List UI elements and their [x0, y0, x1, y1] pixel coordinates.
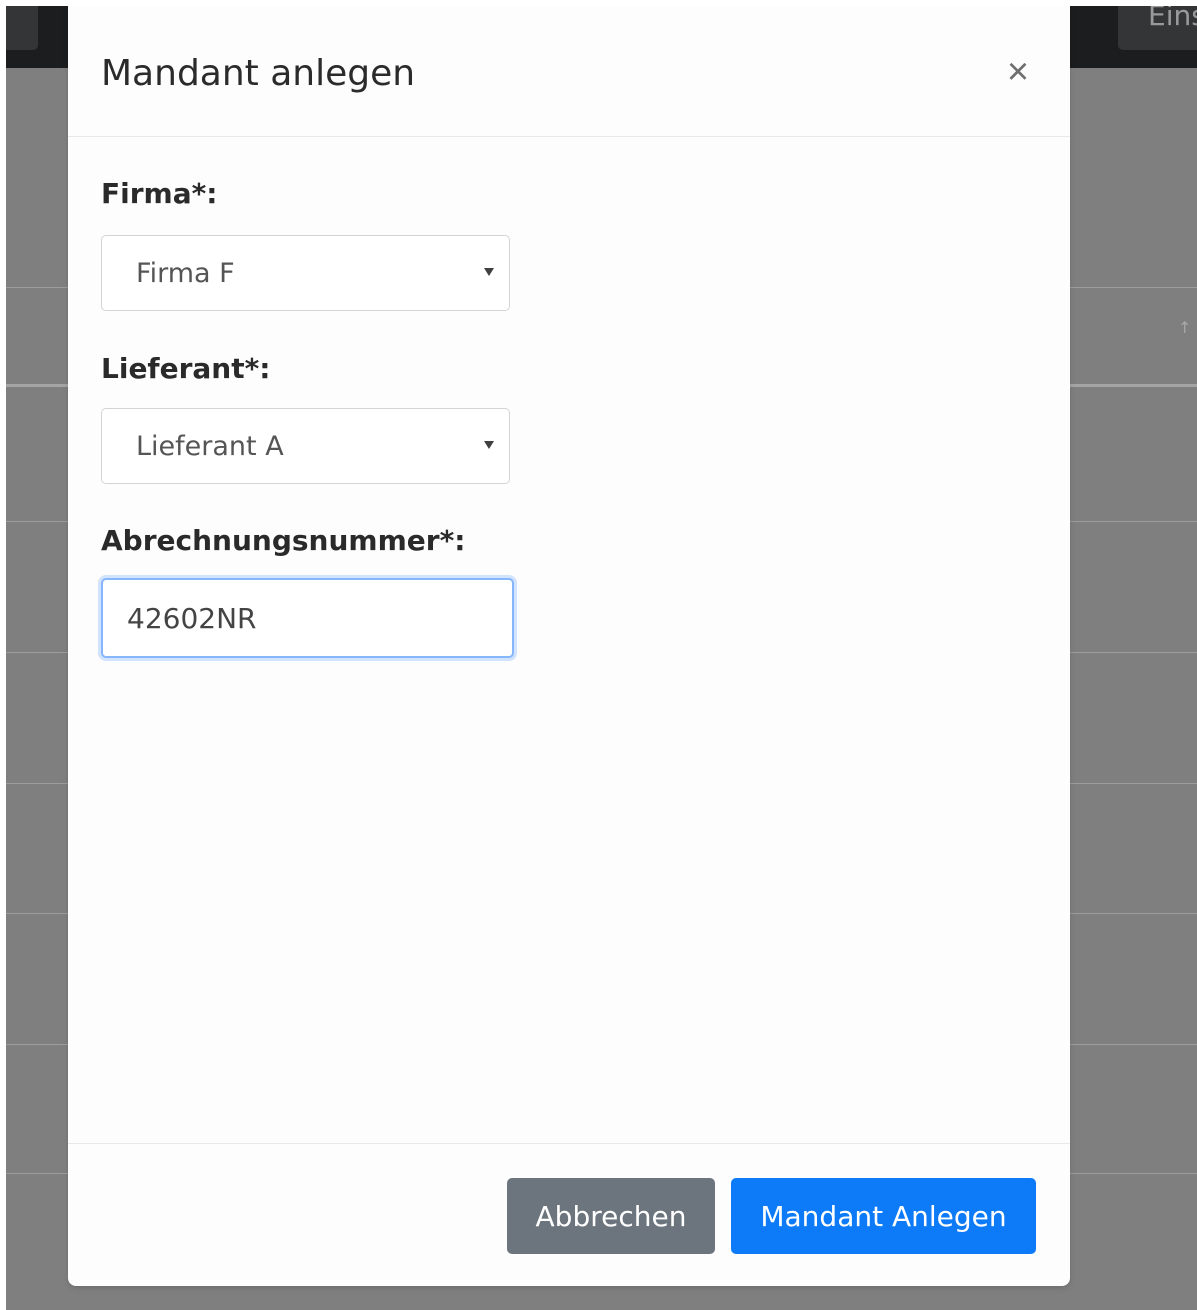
abrechnungsnummer-label: Abrechnungsnummer*: [101, 524, 466, 557]
cancel-button[interactable]: Abbrechen [507, 1178, 715, 1254]
background-nav-button [6, 6, 38, 50]
create-client-button[interactable]: Mandant Anlegen [731, 1178, 1036, 1254]
lieferant-selected-value: Lieferant A [136, 431, 284, 462]
chevron-down-icon [484, 441, 494, 449]
dialog-header: Mandant anlegen × [68, 6, 1070, 137]
background-page: Eins ↑ Mandant anlegen × Firma*: Firma F… [6, 6, 1197, 1310]
chevron-down-icon [484, 268, 494, 276]
background-nav-label: Eins [1148, 6, 1197, 32]
sort-arrow-icon: ↑ [1178, 318, 1192, 337]
firma-selected-value: Firma F [136, 258, 235, 289]
background-nav-button-right: Eins [1118, 6, 1197, 50]
close-icon[interactable]: × [1000, 50, 1036, 94]
lieferant-label: Lieferant*: [101, 352, 271, 385]
dialog-footer: Abbrechen Mandant Anlegen [68, 1143, 1070, 1286]
abrechnungsnummer-input[interactable] [101, 578, 514, 658]
create-client-dialog: Mandant anlegen × Firma*: Firma F Liefer… [68, 6, 1070, 1286]
lieferant-select[interactable]: Lieferant A [101, 408, 510, 484]
firma-select[interactable]: Firma F [101, 235, 510, 311]
dialog-title: Mandant anlegen [101, 53, 416, 94]
firma-label: Firma*: [101, 177, 218, 210]
